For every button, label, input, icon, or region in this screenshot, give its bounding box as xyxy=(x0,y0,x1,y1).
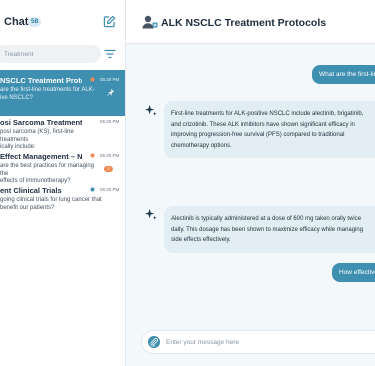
user-message: What are the first-line xyxy=(312,65,375,84)
chat-header: ALK NSCLC Treatment Protocols xyxy=(126,0,375,44)
chat-list-item[interactable]: NSCLC Treatment Protocols 05:20 PM are t… xyxy=(0,70,125,116)
ai-sparkle-icon xyxy=(144,104,157,116)
ai-message: Alectinib is typically administered at a… xyxy=(164,206,375,253)
chat-count-badge: 58 xyxy=(28,17,42,27)
chat-item-preview: are the first-line treatments for ALK- i… xyxy=(0,87,95,101)
chat-item-title: Effect Management – NSCLC xyxy=(0,152,82,161)
chat-title: ALK NSCLC Treatment Protocols xyxy=(161,17,327,29)
chat-item-preview: going clinical trials for lung cancer th… xyxy=(0,197,102,211)
user-message: How effective xyxy=(332,263,375,282)
chat-item-title: NSCLC Treatment Protocols xyxy=(0,76,82,85)
chat-panel: ALK NSCLC Treatment Protocols What are t… xyxy=(126,0,375,366)
chat-item-time: 05:20 PM xyxy=(100,77,120,82)
chat-item-time: 05:20 PM xyxy=(100,153,120,158)
status-dot-icon xyxy=(90,77,95,82)
new-chat-icon[interactable] xyxy=(103,15,116,28)
message-input[interactable] xyxy=(166,334,375,350)
status-dot-icon xyxy=(90,187,95,192)
chat-sidebar: Chats 58 NSCLC Treatment Protocols 05:20… xyxy=(0,0,126,366)
doctor-user-icon xyxy=(142,15,158,29)
attach-icon[interactable] xyxy=(148,336,160,348)
unread-badge: 2 xyxy=(104,166,113,172)
status-dot-icon xyxy=(90,153,95,158)
pin-icon[interactable] xyxy=(107,89,114,96)
chat-item-title: osi Sarcoma Treatment… xyxy=(0,118,82,127)
chat-item-time: 05:20 PM xyxy=(100,119,120,124)
chat-list-item[interactable]: ent Clinical Trials 05:20 PM going clini… xyxy=(0,180,125,226)
sidebar-header: Chats 58 xyxy=(0,0,125,40)
chat-item-title: ent Clinical Trials xyxy=(0,186,62,195)
ai-sparkle-icon xyxy=(144,208,157,220)
search-input[interactable] xyxy=(0,45,101,63)
message-composer xyxy=(142,331,375,353)
ai-message: First-line treatments for ALK-positive N… xyxy=(164,101,375,158)
chat-item-time: 05:20 PM xyxy=(100,187,120,192)
filter-icon[interactable] xyxy=(104,48,116,60)
